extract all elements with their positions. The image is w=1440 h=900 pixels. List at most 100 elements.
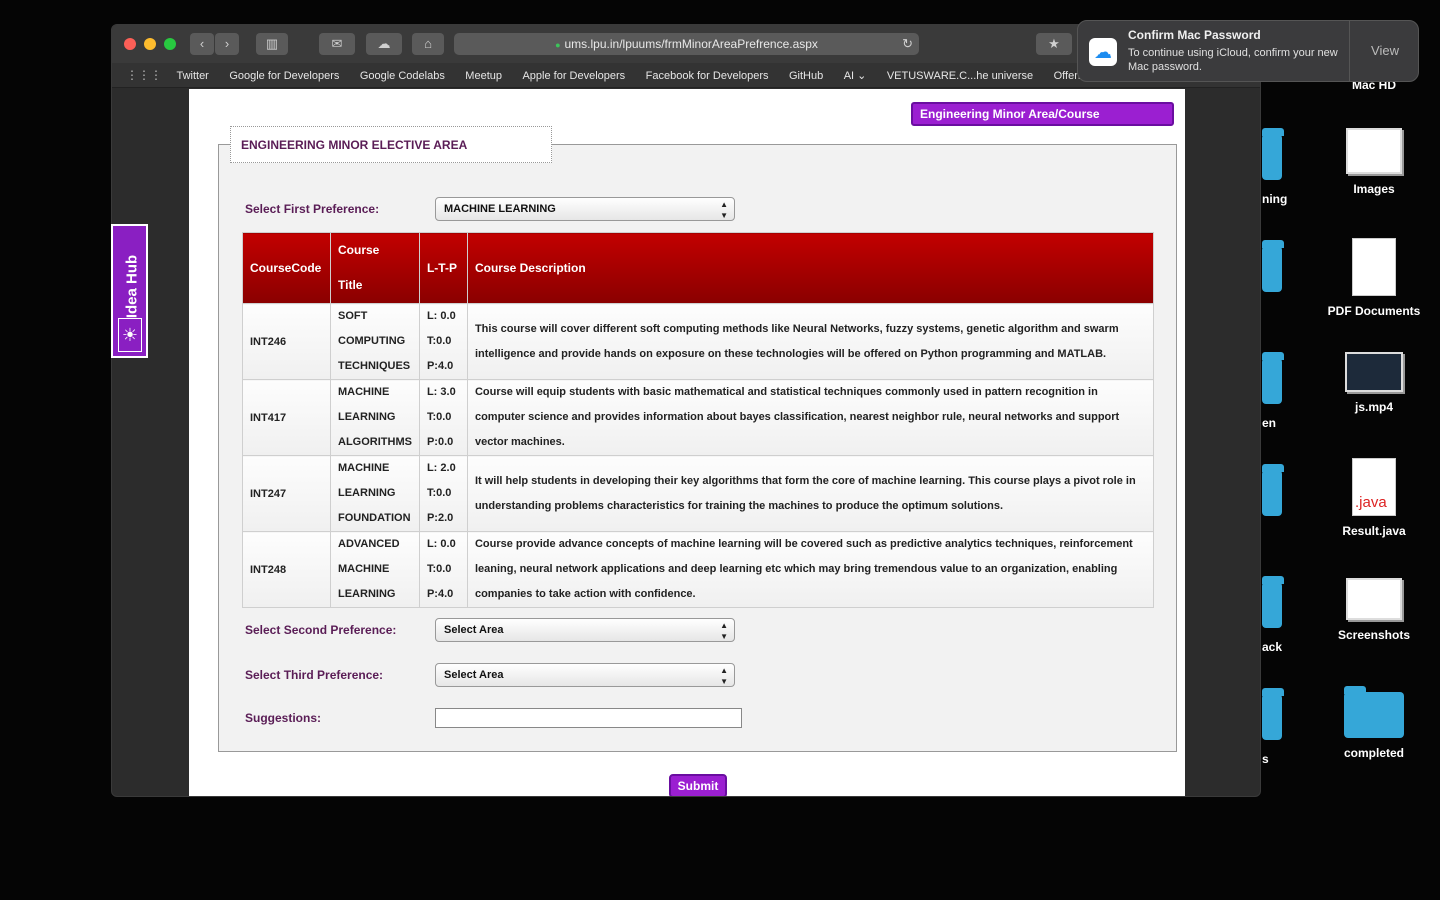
- back-button[interactable]: ‹: [190, 33, 214, 55]
- select-arrows-icon: ▲ ▼: [720, 666, 728, 686]
- bookmark-facebook-developers[interactable]: Facebook for Developers: [646, 64, 769, 87]
- course-title-line: ALGORITHMS: [338, 436, 412, 448]
- folder-icon[interactable]: [1262, 240, 1284, 292]
- bookmark-meetup[interactable]: Meetup: [465, 64, 502, 87]
- notification-view-button[interactable]: View: [1350, 21, 1420, 81]
- folder-icon[interactable]: [1262, 576, 1284, 628]
- desktop-item-label-partial: ning: [1262, 192, 1288, 206]
- bookmark-twitter[interactable]: Twitter: [176, 64, 208, 87]
- course-title-line: FOUNDATION: [338, 512, 411, 524]
- first-preference-label: Select First Preference:: [245, 202, 380, 216]
- course-title-line: SOFT: [338, 310, 368, 322]
- header-ltp: L-T-P: [418, 232, 468, 304]
- minor-area-description-button[interactable]: Engineering Minor Area/Course Descriptio…: [911, 102, 1174, 141]
- ltp-line: T:0.0: [426, 487, 452, 499]
- ltp-line: L: 0.0: [426, 310, 456, 322]
- bookmark-folder-ai[interactable]: AI ⌄: [844, 64, 867, 87]
- ltp-line: L: 3.0: [426, 386, 456, 398]
- course-description-cell: This course will cover different soft co…: [466, 303, 1155, 380]
- folder-icon: [1344, 686, 1404, 738]
- course-code-cell: INT246: [242, 303, 331, 380]
- page-body: Engineering Minor Area/Course Descriptio…: [200, 89, 1177, 796]
- submit-button[interactable]: Submit: [669, 774, 727, 796]
- course-table: CourseCode Course Title L-T-P Course Des…: [242, 232, 1155, 608]
- fieldset-legend: ENGINEERING MINOR ELECTIVE AREA: [230, 126, 552, 163]
- desktop-item-pdf-documents[interactable]: PDF Documents: [1319, 238, 1429, 318]
- home-button[interactable]: ⌂: [412, 33, 444, 55]
- page-content: Engineering Minor Area/Course Descriptio…: [189, 89, 1185, 796]
- desktop-item-screenshots[interactable]: Screenshots: [1319, 578, 1429, 642]
- reload-icon[interactable]: ↻: [902, 33, 913, 55]
- ltp-line: P:2.0: [426, 512, 454, 524]
- address-bar[interactable]: ● ums.lpu.in/lpuums/frmMinorAreaPrefrence…: [454, 33, 919, 55]
- address-url: ums.lpu.in/lpuums/frmMinorAreaPrefrence.…: [564, 37, 818, 51]
- reader-button[interactable]: ★: [1036, 33, 1072, 55]
- desktop-item-label: completed: [1343, 746, 1404, 760]
- ltp-line: T:0.0: [426, 563, 452, 575]
- desktop-item-label: Result.java: [1342, 524, 1406, 538]
- desktop-item-result-java[interactable]: .java Result.java: [1319, 458, 1429, 538]
- minimize-window-button[interactable]: [144, 38, 156, 50]
- header-course-description: Course Description: [466, 232, 1155, 304]
- desktop-item-completed[interactable]: completed: [1319, 686, 1429, 760]
- bookmark-apple-developers[interactable]: Apple for Developers: [522, 64, 625, 87]
- bookmark-github[interactable]: GitHub: [789, 64, 823, 87]
- home-icon: ⌂: [424, 36, 432, 51]
- desktop-item-label: js.mp4: [1354, 400, 1393, 414]
- folder-icon[interactable]: [1262, 464, 1284, 516]
- sidebar-toggle-button[interactable]: ▥: [256, 33, 288, 55]
- ltp-cell: L: 0.0 T:0.0 P:4.0: [418, 531, 468, 608]
- course-code-cell: INT247: [242, 455, 331, 532]
- desktop-item-images[interactable]: Images: [1319, 128, 1429, 196]
- course-title-line: LEARNING: [338, 487, 396, 499]
- notification-title: Confirm Mac Password: [1128, 28, 1261, 42]
- desktop-item-js-mp4[interactable]: js.mp4: [1319, 352, 1429, 414]
- chevron-down-icon: ⌄: [857, 70, 867, 82]
- icloud-button[interactable]: ☁: [366, 33, 402, 55]
- first-preference-value: MACHINE LEARNING: [444, 203, 556, 215]
- lightbulb-icon: ☀: [118, 318, 142, 352]
- folder-icon[interactable]: [1262, 352, 1284, 404]
- ltp-line: T:0.0: [426, 411, 452, 423]
- bookmark-google-developers[interactable]: Google for Developers: [229, 64, 339, 87]
- course-title-line: LEARNING: [338, 411, 396, 423]
- third-preference-select[interactable]: Select Area ▲ ▼: [435, 663, 735, 687]
- suggestions-input[interactable]: [435, 708, 742, 728]
- ltp-cell: L: 2.0 T:0.0 P:2.0: [418, 455, 468, 532]
- folder-icon[interactable]: [1262, 128, 1284, 180]
- course-title-cell: SOFT COMPUTING TECHNIQUES: [330, 303, 420, 380]
- forward-button[interactable]: ›: [215, 33, 239, 55]
- table-row: INT417 MACHINE LEARNING ALGORITHMS L: 3.…: [242, 379, 1155, 456]
- chevron-left-icon: ‹: [199, 36, 205, 51]
- java-badge: .java: [1355, 494, 1387, 511]
- select-arrows-icon: ▲ ▼: [720, 621, 728, 641]
- desktop-item-label: Images: [1353, 182, 1395, 196]
- course-title-line: TECHNIQUES: [338, 360, 411, 372]
- close-window-button[interactable]: [124, 38, 136, 50]
- course-title-line: MACHINE: [338, 462, 390, 474]
- first-preference-select[interactable]: MACHINE LEARNING ▲ ▼: [435, 197, 735, 221]
- header-title-line: Title: [338, 278, 363, 292]
- grid-icon[interactable]: ⋮⋮⋮: [126, 63, 162, 87]
- course-code-cell: INT248: [242, 531, 331, 608]
- icloud-notification[interactable]: ☁ Confirm Mac Password To continue using…: [1077, 20, 1419, 82]
- bookmark-vetusware[interactable]: VETUSWARE.C...he universe: [887, 64, 1033, 87]
- course-title-line: MACHINE: [338, 386, 390, 398]
- zoom-window-button[interactable]: [164, 38, 176, 50]
- course-title-line: MACHINE: [338, 563, 390, 575]
- folder-icon[interactable]: [1262, 688, 1284, 740]
- ltp-line: P:4.0: [426, 360, 454, 372]
- second-preference-select[interactable]: Select Area ▲ ▼: [435, 618, 735, 642]
- header-title-line: Course: [338, 243, 380, 257]
- bookmark-google-codelabs[interactable]: Google Codelabs: [360, 64, 445, 87]
- header-course-title: Course Title: [330, 232, 420, 304]
- desktop-item-label: PDF Documents: [1327, 304, 1421, 318]
- course-code-cell: INT417: [242, 379, 331, 456]
- desktop-item-label-partial: ack: [1262, 640, 1283, 654]
- idea-hub-tab[interactable]: Idea Hub ☀: [111, 224, 148, 358]
- screenshots-icon: [1346, 578, 1402, 620]
- select-arrows-icon: ▲ ▼: [720, 200, 728, 220]
- ltp-line: L: 0.0: [426, 538, 456, 550]
- java-file-icon: .java: [1352, 458, 1396, 516]
- mail-button[interactable]: ✉: [319, 33, 355, 55]
